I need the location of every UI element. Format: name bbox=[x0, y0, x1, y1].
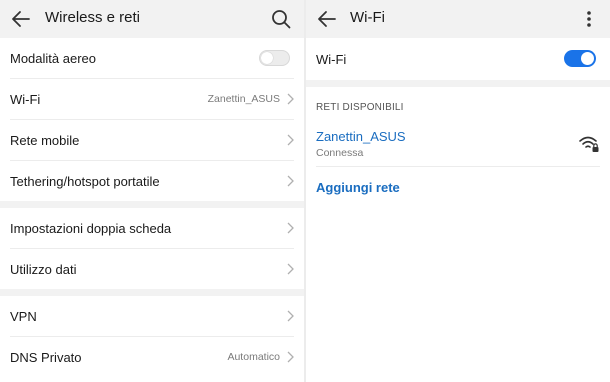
page-title: Wi-Fi bbox=[350, 9, 385, 26]
available-networks-header: RETI DISPONIBILI bbox=[316, 102, 404, 113]
page-title: Wireless e reti bbox=[45, 9, 141, 26]
wireless-settings-panel: Wireless e reti Modalità aereo Wi-Fi Zan… bbox=[0, 0, 304, 382]
add-network-label: Aggiungi rete bbox=[316, 180, 400, 195]
settings-item-label: Rete mobile bbox=[10, 133, 80, 148]
settings-item-data-usage[interactable]: Utilizzo dati bbox=[10, 249, 294, 289]
airplane-mode-toggle[interactable] bbox=[259, 50, 290, 66]
wifi-label: Wi-Fi bbox=[316, 52, 347, 67]
settings-item-label: Tethering/hotspot portatile bbox=[10, 174, 160, 189]
settings-item-value: Automatico bbox=[227, 351, 280, 363]
wifi-toggle-row[interactable]: Wi-Fi bbox=[316, 38, 600, 80]
chevron-right-icon bbox=[287, 222, 294, 234]
settings-item-label: DNS Privato bbox=[10, 350, 82, 365]
wifi-signal-locked-icon bbox=[579, 136, 599, 152]
chevron-right-icon bbox=[287, 351, 294, 363]
chevron-right-icon bbox=[287, 175, 294, 187]
toggle-knob bbox=[581, 52, 594, 65]
network-status: Connessa bbox=[316, 147, 364, 159]
settings-item-label: VPN bbox=[10, 309, 37, 324]
network-ssid: Zanettin_ASUS bbox=[316, 129, 406, 144]
settings-item-wifi[interactable]: Wi-Fi Zanettin_ASUS bbox=[10, 79, 294, 120]
toggle-knob bbox=[261, 52, 273, 64]
more-options-icon[interactable] bbox=[578, 8, 600, 30]
network-item[interactable]: Zanettin_ASUS Connessa bbox=[316, 120, 600, 167]
settings-item-label: Wi-Fi bbox=[10, 92, 41, 107]
settings-item-vpn[interactable]: VPN bbox=[10, 296, 294, 337]
settings-item-mobile-network[interactable]: Rete mobile bbox=[10, 120, 294, 161]
settings-item-label: Utilizzo dati bbox=[10, 262, 77, 277]
settings-item-tethering[interactable]: Tethering/hotspot portatile bbox=[10, 161, 294, 201]
airplane-mode-row[interactable]: Modalità aereo bbox=[10, 38, 294, 79]
chevron-right-icon bbox=[287, 263, 294, 275]
settings-item-label: Impostazioni doppia scheda bbox=[10, 221, 172, 236]
section-divider bbox=[0, 289, 304, 296]
section-divider bbox=[306, 80, 610, 87]
chevron-right-icon bbox=[287, 93, 294, 105]
back-arrow-icon[interactable] bbox=[10, 8, 32, 30]
settings-item-private-dns[interactable]: DNS Privato Automatico bbox=[10, 337, 294, 377]
app-bar: Wireless e reti bbox=[0, 0, 304, 38]
section-divider bbox=[0, 201, 304, 208]
wifi-settings-panel: Wi-Fi Wi-Fi RETI DISPONIBILI Zanettin_AS… bbox=[306, 0, 610, 382]
add-network-button[interactable]: Aggiungi rete bbox=[316, 167, 600, 207]
app-bar: Wi-Fi bbox=[306, 0, 610, 38]
search-icon[interactable] bbox=[270, 8, 292, 30]
settings-item-dual-sim[interactable]: Impostazioni doppia scheda bbox=[10, 208, 294, 249]
back-arrow-icon[interactable] bbox=[316, 8, 338, 30]
settings-item-value: Zanettin_ASUS bbox=[207, 93, 280, 105]
chevron-right-icon bbox=[287, 310, 294, 322]
chevron-right-icon bbox=[287, 134, 294, 146]
wifi-toggle[interactable] bbox=[564, 50, 596, 67]
airplane-mode-label: Modalità aereo bbox=[10, 51, 96, 66]
